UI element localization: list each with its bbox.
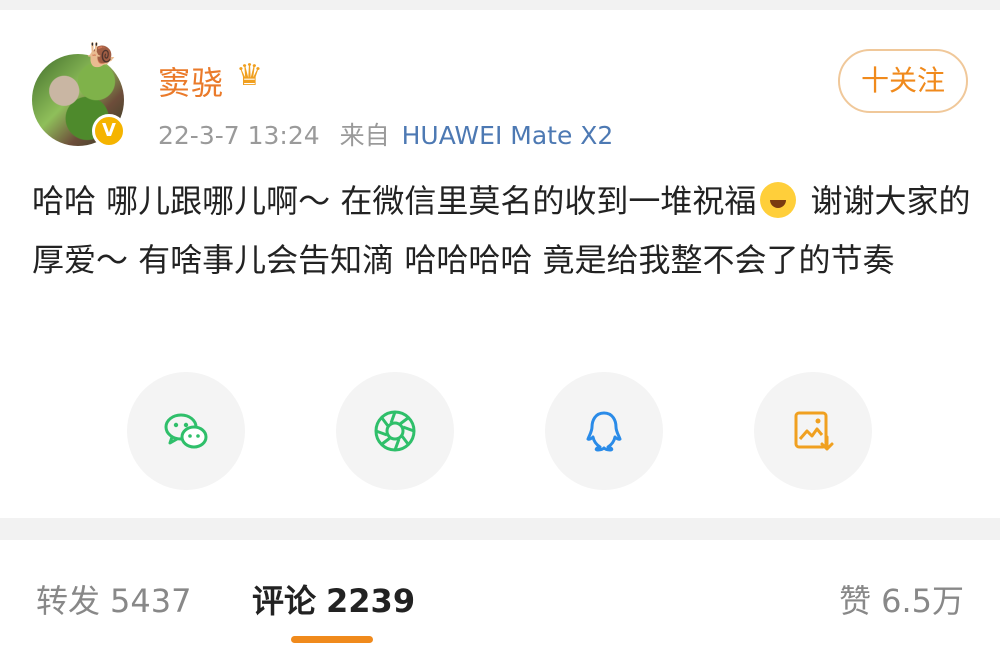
tab-like[interactable]: 赞 6.5万 bbox=[839, 576, 964, 622]
device-link[interactable]: HUAWEI Mate X2 bbox=[402, 121, 614, 150]
crown-icon: ♛ bbox=[236, 58, 263, 93]
tab-repost[interactable]: 转发 5437 bbox=[36, 576, 191, 622]
qq-icon bbox=[586, 411, 622, 452]
tab-repost-label: 转发 bbox=[36, 582, 101, 620]
source-label: 来自 bbox=[339, 121, 390, 150]
tab-like-count: 6.5万 bbox=[881, 582, 964, 620]
post-text-1: 哈哈 哪儿跟哪儿啊～ 在微信里莫名的收到一堆祝福 bbox=[32, 182, 757, 220]
post-content: 哈哈 哪儿跟哪儿啊～ 在微信里莫名的收到一堆祝福 谢谢大家的厚爱～ 有啥事儿会告… bbox=[32, 172, 972, 290]
tab-comment-label: 评论 bbox=[252, 582, 317, 620]
grin-emoji-icon bbox=[760, 182, 797, 218]
active-tab-indicator bbox=[291, 636, 373, 643]
wechat-icon bbox=[164, 413, 208, 449]
interaction-tabs: 转发 5437 评论 2239 赞 6.5万 bbox=[0, 540, 1000, 658]
tab-comment-count: 2239 bbox=[326, 582, 416, 620]
post-meta: 22-3-7 13:24 来自 HUAWEI Mate X2 bbox=[158, 116, 613, 152]
share-wechat-button[interactable] bbox=[127, 372, 245, 490]
timestamp: 22-3-7 13:24 bbox=[158, 121, 320, 150]
share-moments-button[interactable] bbox=[336, 372, 454, 490]
top-spacer bbox=[0, 0, 1000, 10]
avatar-pendant-icon: 🐌 bbox=[86, 41, 116, 69]
share-row bbox=[0, 372, 1000, 490]
username[interactable]: 窦骁 bbox=[158, 58, 224, 104]
moments-icon bbox=[374, 410, 416, 452]
save-image-button[interactable] bbox=[754, 372, 872, 490]
save-image-icon bbox=[794, 411, 834, 451]
tab-like-label: 赞 bbox=[839, 582, 872, 620]
tab-repost-count: 5437 bbox=[110, 582, 192, 620]
verified-badge-icon: V bbox=[92, 114, 126, 148]
tab-comment[interactable]: 评论 2239 bbox=[252, 576, 415, 622]
share-qq-button[interactable] bbox=[545, 372, 663, 490]
follow-button[interactable]: 十关注 bbox=[838, 49, 968, 113]
